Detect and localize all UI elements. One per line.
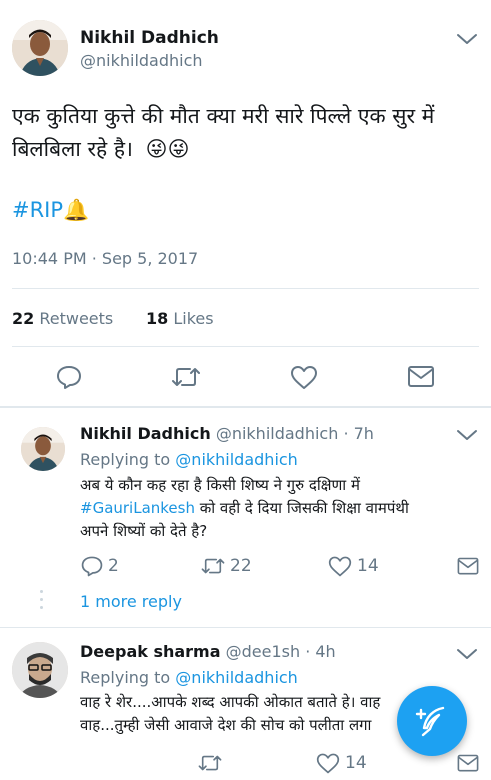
reply-button[interactable]: 2 — [80, 554, 119, 578]
section-divider — [0, 406, 491, 408]
like-stats[interactable]: 18 Likes — [146, 309, 214, 328]
tweet-menu-button[interactable] — [456, 646, 478, 665]
section-divider — [0, 627, 491, 628]
retweet-label: Retweets — [39, 309, 114, 328]
reply-text-line: अपने शिष्यों को देते है? — [80, 522, 208, 540]
reply-time: · 4h — [305, 642, 336, 661]
like-count: 14 — [357, 556, 379, 576]
author-handle[interactable]: @dee1sh — [226, 642, 301, 661]
winking-tongue-emoji-icon: 😜 — [145, 137, 168, 161]
chevron-down-icon — [457, 430, 477, 440]
reply-text: अब ये कौन कह रहा है किसी शिष्य ने गुरु द… — [80, 474, 480, 543]
author-name[interactable]: Nikhil Dadhich — [80, 28, 219, 48]
share-button[interactable] — [406, 364, 436, 390]
avatar[interactable] — [21, 427, 65, 471]
reply-header: Deepak sharma @dee1sh · 4h — [80, 642, 336, 661]
hashtag-line: #RIP🔔 — [12, 198, 89, 223]
share-button[interactable] — [456, 753, 480, 774]
chevron-down-icon — [457, 649, 477, 659]
reply-header: Nikhil Dadhich @nikhildadhich · 7h — [80, 424, 374, 443]
heart-icon — [316, 753, 340, 774]
reply-text-segment: को वही दे दिया जिसकी शिक्षा वामपंथी — [194, 499, 409, 517]
replying-to-handle[interactable]: @nikhildadhich — [175, 668, 298, 687]
tweet-menu-button[interactable] — [456, 31, 478, 50]
compose-quill-icon — [415, 706, 445, 737]
like-count: 18 — [146, 309, 169, 328]
heart-icon — [328, 556, 352, 577]
like-label: Likes — [173, 309, 214, 328]
like-count: 14 — [345, 753, 367, 773]
replying-to: Replying to @nikhildadhich — [80, 450, 298, 469]
retweet-stats[interactable]: 22 Retweets — [12, 309, 113, 328]
author-name[interactable]: Deepak sharma — [80, 642, 221, 661]
tweet-menu-button[interactable] — [456, 427, 478, 446]
thread-connector — [40, 590, 44, 618]
envelope-icon — [457, 754, 479, 772]
more-replies-link[interactable]: 1 more reply — [80, 592, 182, 611]
like-button[interactable] — [289, 363, 319, 391]
tweet-text-line: एक कुतिया कुत्ते की मौत क्या मरी सारे पि… — [12, 104, 435, 128]
retweet-button[interactable] — [197, 751, 223, 775]
replying-to: Replying to @nikhildadhich — [80, 668, 298, 687]
hashtag-link[interactable]: #RIP — [12, 198, 63, 222]
reply-text-line: अब ये कौन कह रहा है किसी शिष्य ने गुरु द… — [80, 476, 360, 494]
divider — [12, 288, 479, 289]
replying-to-label: Replying to — [80, 450, 171, 469]
avatar[interactable] — [12, 642, 68, 698]
winking-tongue-emoji-icon: 😜 — [167, 137, 190, 161]
retweet-button[interactable] — [170, 363, 202, 391]
replying-to-label: Replying to — [80, 668, 171, 687]
compose-tweet-button[interactable] — [397, 686, 467, 756]
user-photo-icon — [21, 427, 65, 471]
tweet-text-segment: बिलबिला रहे है। — [12, 137, 133, 161]
tweet-text-line: बिलबिला रहे है। 😜😜 — [12, 133, 482, 166]
author-handle[interactable]: @nikhildadhich — [216, 424, 339, 443]
retweet-count: 22 — [230, 556, 252, 576]
replying-to-handle[interactable]: @nikhildadhich — [175, 450, 298, 469]
retweet-count: 22 — [12, 309, 35, 328]
retweet-icon — [201, 558, 225, 574]
retweet-icon — [198, 755, 222, 771]
reply-text-line: #GauriLankesh को वही दे दिया जिसकी शिक्ष… — [80, 497, 480, 520]
heart-icon — [291, 366, 317, 389]
share-button[interactable] — [456, 556, 480, 577]
bell-emoji-icon: 🔔 — [63, 198, 90, 222]
reply-icon — [81, 556, 103, 577]
like-button[interactable]: 14 — [327, 554, 379, 578]
reply-time: · 7h — [343, 424, 374, 443]
chevron-down-icon — [457, 34, 477, 44]
tweet-timestamp[interactable]: 10:44 PM · Sep 5, 2017 — [12, 249, 198, 268]
envelope-icon — [408, 366, 434, 387]
reply-icon — [57, 366, 81, 389]
user-photo-icon — [12, 642, 68, 698]
hashtag-link[interactable]: #GauriLankesh — [80, 499, 195, 517]
divider — [12, 346, 479, 347]
retweet-icon — [172, 368, 200, 386]
author-name[interactable]: Nikhil Dadhich — [80, 424, 211, 443]
like-button[interactable]: 14 — [315, 751, 367, 775]
envelope-icon — [457, 557, 479, 575]
reply-button[interactable] — [55, 363, 83, 391]
author-handle[interactable]: @nikhildadhich — [80, 51, 203, 70]
reply-count: 2 — [108, 556, 119, 576]
user-photo-icon — [12, 20, 68, 76]
tweet-text: एक कुतिया कुत्ते की मौत क्या मरी सारे पि… — [12, 100, 482, 166]
retweet-button[interactable]: 22 — [200, 554, 252, 578]
avatar[interactable] — [12, 20, 68, 76]
